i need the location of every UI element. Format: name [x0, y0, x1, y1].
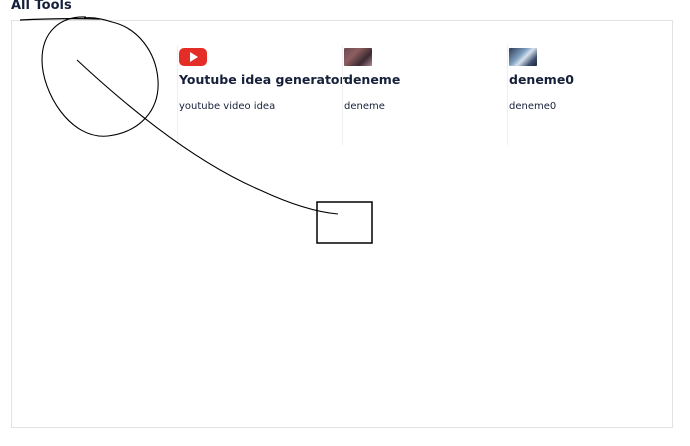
section-title: All Tools — [11, 0, 72, 13]
tools-panel: Youtube idea generator youtube video ide… — [11, 20, 673, 428]
page: All Tools Youtube idea generator youtube… — [0, 0, 690, 446]
tool-card-youtube-idea-generator[interactable]: Youtube idea generator youtube video ide… — [177, 45, 346, 145]
tool-description: deneme — [344, 101, 385, 112]
tool-description: youtube video idea — [179, 101, 276, 112]
tool-name: deneme0 — [509, 72, 575, 87]
tool-card-deneme[interactable]: deneme deneme — [342, 45, 506, 145]
tool-thumbnail-image — [344, 48, 372, 66]
tool-description: deneme0 — [509, 101, 557, 112]
youtube-play-icon — [179, 48, 207, 66]
tool-name: deneme — [344, 72, 401, 87]
tool-name: Youtube idea generator — [179, 72, 346, 87]
tool-thumbnail-image — [509, 48, 537, 66]
tool-card-deneme0[interactable]: deneme0 deneme0 — [507, 45, 671, 145]
